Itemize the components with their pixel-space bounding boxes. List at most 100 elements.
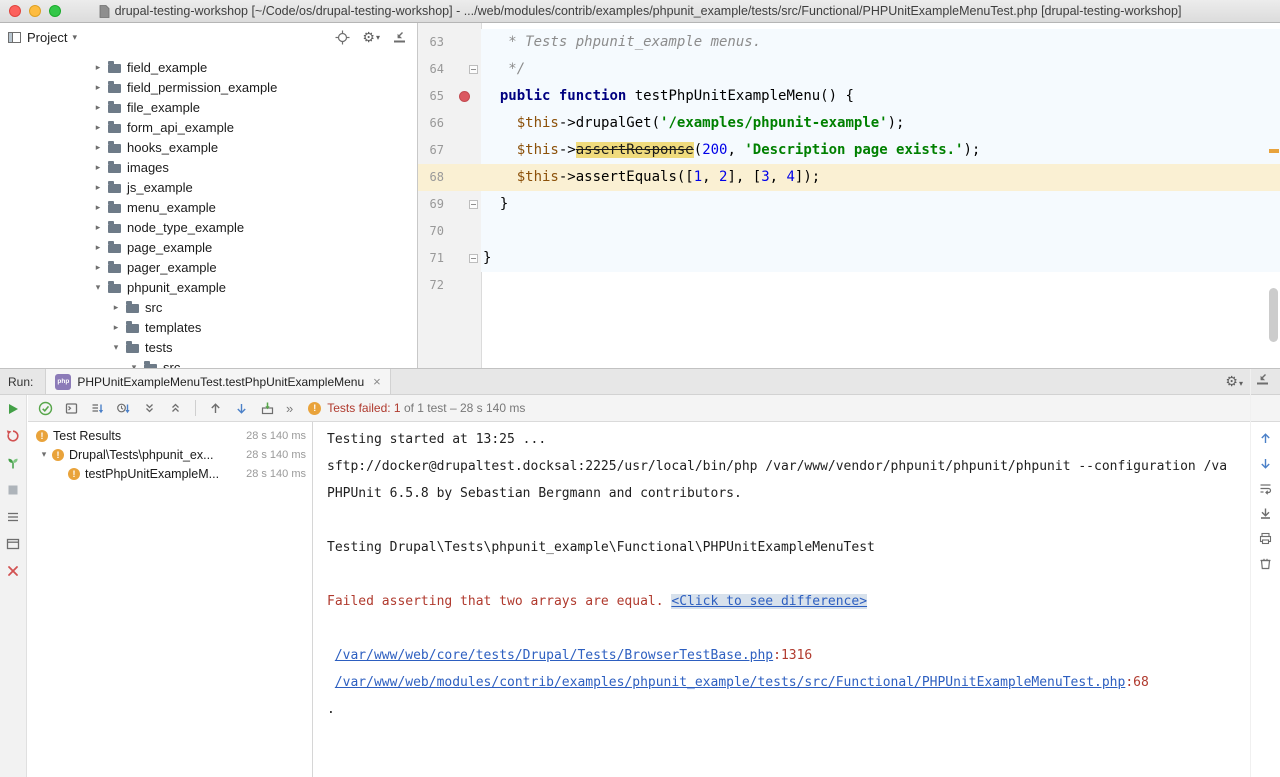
down-the-stacktrace-button[interactable]	[1257, 455, 1273, 471]
print-button[interactable]	[1257, 530, 1273, 546]
up-the-stacktrace-button[interactable]	[1257, 430, 1273, 446]
test-history-button[interactable]	[5, 509, 21, 525]
folder-icon	[108, 284, 121, 293]
chevron-down-icon[interactable]: ▾	[90, 282, 106, 293]
diff-link[interactable]: <Click to see difference>	[671, 594, 867, 609]
chevron-right-icon[interactable]: ▸	[90, 242, 106, 253]
code-line[interactable]: 64 */	[418, 56, 1280, 83]
project-tree-item[interactable]: ▸field_example	[0, 57, 417, 77]
more-actions-icon[interactable]: »	[282, 401, 297, 416]
test-console[interactable]: Testing started at 13:25 ...sftp://docke…	[314, 422, 1280, 777]
sort-by-duration-button[interactable]	[112, 397, 135, 419]
project-tree-item[interactable]: ▸file_example	[0, 97, 417, 117]
fold-marker-icon[interactable]	[469, 254, 478, 263]
chevron-down-icon[interactable]: ▾	[36, 449, 52, 460]
close-window-button[interactable]	[9, 5, 21, 17]
previous-failed-test-button[interactable]	[204, 397, 227, 419]
test-tree-item[interactable]: !Test Results28 s 140 ms	[28, 426, 312, 445]
folder-icon	[108, 204, 121, 213]
stacktrace-link[interactable]: /var/www/web/modules/contrib/examples/ph…	[335, 675, 1126, 690]
code-line[interactable]: 67 $this->assertResponse(200, 'Descripti…	[418, 137, 1280, 164]
run-tab[interactable]: php PHPUnitExampleMenuTest.testPhpUnitEx…	[45, 369, 390, 394]
import-test-results-button[interactable]	[256, 397, 279, 419]
collapse-all-button[interactable]	[164, 397, 187, 419]
code-line[interactable]: 69 }	[418, 191, 1280, 218]
rerun-failed-tests-button[interactable]	[5, 428, 21, 444]
chevron-right-icon[interactable]: ▸	[90, 142, 106, 153]
close-tab-icon[interactable]: ×	[373, 374, 381, 389]
expand-all-button[interactable]	[138, 397, 161, 419]
folder-icon	[108, 144, 121, 153]
locate-file-button[interactable]	[335, 30, 350, 45]
project-tree-item[interactable]: ▸pager_example	[0, 257, 417, 277]
toggle-auto-test-button[interactable]	[5, 455, 21, 471]
console-scrollbar[interactable]	[1250, 369, 1251, 777]
chevron-right-icon[interactable]: ▸	[90, 82, 106, 93]
scroll-to-end-button[interactable]	[1257, 505, 1273, 521]
code-line[interactable]: 70	[418, 218, 1280, 245]
project-panel-title[interactable]: Project	[27, 30, 67, 45]
minimize-window-button[interactable]	[29, 5, 41, 17]
code-line[interactable]: 63 * Tests phpunit_example menus.	[418, 29, 1280, 56]
chevron-down-icon[interactable]: ▾	[108, 342, 124, 353]
project-tree-item[interactable]: ▸ js_example	[0, 177, 417, 197]
test-tree-item[interactable]: ▾!Drupal\Tests\phpunit_ex...28 s 140 ms	[28, 445, 312, 464]
code-line[interactable]: 72	[418, 272, 1280, 299]
hide-run-panel-button[interactable]	[1255, 372, 1270, 392]
project-item-label: images	[127, 160, 169, 175]
chevron-right-icon[interactable]: ▸	[90, 182, 106, 193]
code-editor[interactable]: 63 * Tests phpunit_example menus.64 */65…	[417, 23, 1280, 368]
fold-marker-icon[interactable]	[469, 200, 478, 209]
phpunit-icon: php	[55, 374, 71, 390]
hide-panel-button[interactable]	[392, 30, 407, 45]
chevron-right-icon[interactable]: ▸	[90, 162, 106, 173]
run-settings-button[interactable]: ⚙▾	[1225, 373, 1243, 391]
fold-marker-icon[interactable]	[469, 65, 478, 74]
show-ignored-button[interactable]	[60, 397, 83, 419]
code-line[interactable]: 68 $this->assertEquals([1, 2], [3, 4]);	[418, 164, 1280, 191]
project-tree-item[interactable]: ▸ node_type_example	[0, 217, 417, 237]
project-tree-item[interactable]: ▾tests	[0, 337, 417, 357]
failed-test-marker-icon[interactable]	[459, 91, 470, 102]
chevron-right-icon[interactable]: ▸	[90, 202, 106, 213]
chevron-down-icon[interactable]: ▾	[72, 32, 77, 43]
chevron-right-icon[interactable]: ▸	[90, 62, 106, 73]
clear-all-button[interactable]	[1257, 555, 1273, 571]
zoom-window-button[interactable]	[49, 5, 61, 17]
next-failed-test-button[interactable]	[230, 397, 253, 419]
show-passed-button[interactable]	[34, 397, 57, 419]
chevron-right-icon[interactable]: ▸	[90, 122, 106, 133]
sort-alphabetically-button[interactable]	[86, 397, 109, 419]
project-tree-item[interactable]: ▸field_permission_example	[0, 77, 417, 97]
project-tree-item[interactable]: ▾src	[0, 357, 417, 368]
error-stripe-mark[interactable]	[1269, 149, 1279, 153]
project-item-label: node_type_example	[127, 220, 244, 235]
project-tree-item[interactable]: ▸hooks_example	[0, 137, 417, 157]
project-tree-item[interactable]: ▸page_example	[0, 237, 417, 257]
project-tree-item[interactable]: ▸ images	[0, 157, 417, 177]
soft-wrap-button[interactable]	[1257, 480, 1273, 496]
project-tree-item[interactable]: ▸templates	[0, 317, 417, 337]
code-line[interactable]: 65 public function testPhpUnitExampleMen…	[418, 83, 1280, 110]
project-item-label: js_example	[127, 180, 193, 195]
editor-scrollbar[interactable]	[1269, 288, 1278, 342]
project-settings-button[interactable]: ⚙▾	[362, 30, 380, 44]
stop-button[interactable]	[5, 482, 21, 498]
editor-lines: 63 * Tests phpunit_example menus.64 */65…	[418, 29, 1280, 299]
chevron-right-icon[interactable]: ▸	[108, 322, 124, 333]
project-tree-item[interactable]: ▸form_api_example	[0, 117, 417, 137]
restore-layout-button[interactable]	[5, 536, 21, 552]
code-line[interactable]: 66 $this->drupalGet('/examples/phpunit-e…	[418, 110, 1280, 137]
chevron-right-icon[interactable]: ▸	[90, 102, 106, 113]
test-tree-item[interactable]: !testPhpUnitExampleM...28 s 140 ms	[28, 464, 312, 483]
close-run-panel-button[interactable]	[5, 563, 21, 579]
stacktrace-link[interactable]: /var/www/web/core/tests/Drupal/Tests/Bro…	[335, 648, 773, 663]
project-tree-item[interactable]: ▸src	[0, 297, 417, 317]
rerun-tests-button[interactable]	[5, 401, 21, 417]
chevron-right-icon[interactable]: ▸	[90, 262, 106, 273]
code-line[interactable]: 71}	[418, 245, 1280, 272]
project-tree-item[interactable]: ▸menu_example	[0, 197, 417, 217]
chevron-right-icon[interactable]: ▸	[108, 302, 124, 313]
chevron-right-icon[interactable]: ▸	[90, 222, 106, 233]
project-tree-item[interactable]: ▾phpunit_example	[0, 277, 417, 297]
